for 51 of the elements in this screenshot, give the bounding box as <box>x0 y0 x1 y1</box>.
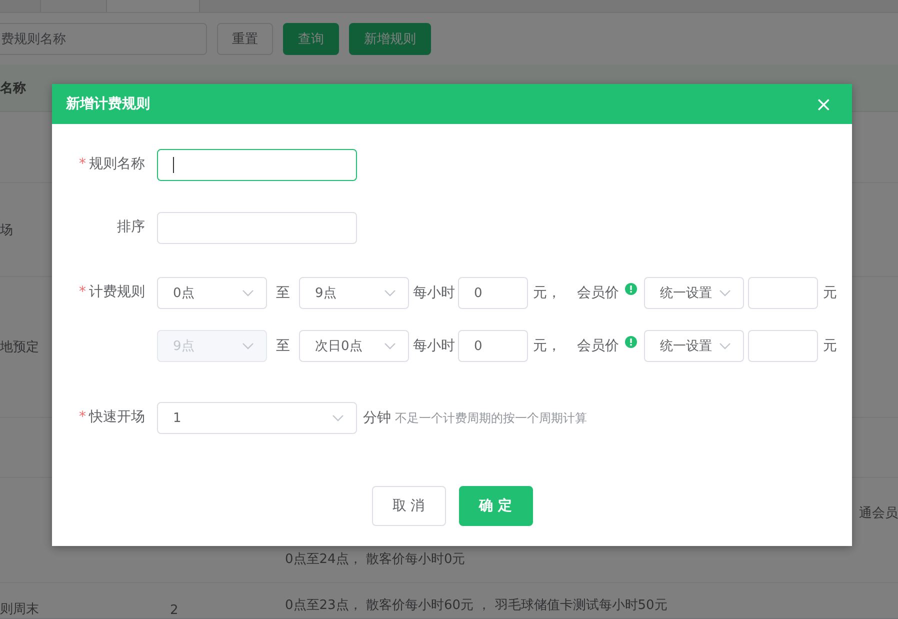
required-mark: * <box>79 156 86 172</box>
label: 会员价 <box>577 284 619 302</box>
required-mark: * <box>79 409 86 425</box>
label: 每小时 <box>413 284 455 302</box>
field-label: * 计费规则 <box>78 283 146 302</box>
field-label: 排序 <box>116 218 146 237</box>
chevron-down-icon <box>242 342 254 350</box>
label: 元， <box>533 284 561 302</box>
price-field[interactable]: 0 <box>458 330 528 362</box>
label: 至 <box>276 337 290 355</box>
chevron-down-icon <box>242 289 254 297</box>
select-field[interactable]: 次日0点 <box>299 330 409 362</box>
table-cell: 2 <box>170 603 178 618</box>
label: 分钟 <box>363 409 391 427</box>
toolbar-button[interactable]: 重置 <box>217 23 273 55</box>
dialog-title: 新增计费规则 <box>66 95 150 113</box>
column-header: 名称 <box>0 80 26 97</box>
select-field[interactable]: 1 <box>157 402 357 434</box>
label: 至 <box>276 284 290 302</box>
info-icon[interactable] <box>625 336 637 348</box>
label: 每小时 <box>413 337 455 355</box>
chevron-down-icon <box>719 289 731 297</box>
select-field[interactable]: 0点 <box>157 277 267 309</box>
label: 会员价 <box>577 337 619 355</box>
text-field[interactable] <box>157 149 357 181</box>
chevron-down-icon <box>384 342 396 350</box>
table-cell-text: 0点至24点， 散客价每小时0元 <box>285 551 466 568</box>
price-field[interactable]: 0 <box>458 277 528 309</box>
cancel-button[interactable]: 取 消 <box>372 486 446 526</box>
chevron-down-icon <box>719 342 731 350</box>
table-cell-text: 通会员 <box>859 505 898 522</box>
select-field[interactable]: 统一设置 <box>644 330 744 362</box>
field-label: * 快速开场 <box>78 408 146 427</box>
field-label: * 规则名称 <box>78 155 146 174</box>
chevron-down-icon <box>332 414 344 422</box>
label: 元 <box>823 337 837 355</box>
table-cell-text: 地预定 <box>0 339 39 356</box>
table-cell-text: 0点至23点， 散客价每小时60元 ， 羽毛球储值卡测试每小时50元 <box>285 597 668 614</box>
member-price-field[interactable] <box>748 330 818 362</box>
label: 元 <box>823 284 837 302</box>
search-field[interactable]: 费规则名称 <box>0 23 207 55</box>
table-cell-text: 则周末 <box>0 601 39 618</box>
chevron-down-icon <box>384 289 396 297</box>
select-field[interactable]: 统一设置 <box>644 277 744 309</box>
label: 元， <box>533 337 561 355</box>
info-icon[interactable] <box>625 283 637 295</box>
table-cell-text: 场 <box>0 222 13 238</box>
select-field[interactable]: 9点 <box>299 277 409 309</box>
hint-text: 不足一个计费周期的按一个周期计算 <box>395 410 587 426</box>
required-mark: * <box>79 284 86 300</box>
member-price-field[interactable] <box>748 277 818 309</box>
